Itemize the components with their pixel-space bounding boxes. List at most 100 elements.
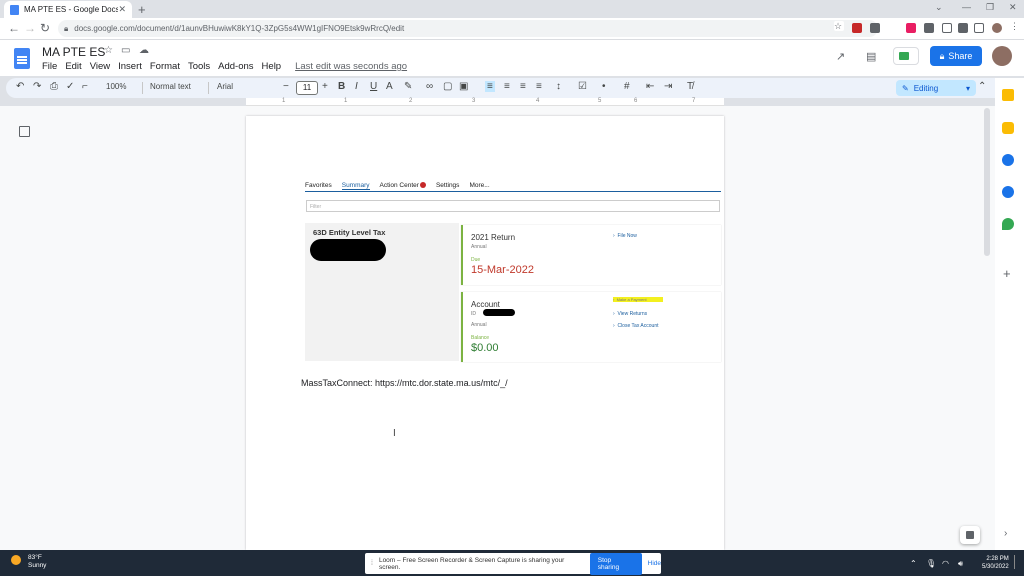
view-returns-link: › View Returns: [613, 311, 648, 317]
explore-button[interactable]: [960, 526, 980, 544]
align-right-icon[interactable]: ≡: [520, 81, 526, 92]
menu-help[interactable]: Help: [262, 61, 282, 72]
font-select[interactable]: Arial: [217, 82, 233, 91]
share-button[interactable]: 🔒︎ Share: [930, 46, 982, 66]
tray-chevron-icon[interactable]: ⌃: [910, 559, 917, 568]
menu-addons[interactable]: Add-ons: [218, 61, 253, 72]
style-select[interactable]: Normal text: [150, 82, 191, 91]
menu-format[interactable]: Format: [150, 61, 180, 72]
increase-font-icon[interactable]: +: [322, 81, 328, 92]
extension-c-icon[interactable]: [924, 23, 934, 33]
increase-indent-icon[interactable]: ⇥: [664, 81, 672, 92]
expand-panel-icon[interactable]: ›: [1004, 528, 1016, 540]
calendar-icon[interactable]: [1002, 89, 1014, 101]
clock[interactable]: 2:28 PM 5/30/2022: [982, 555, 1009, 571]
body-paragraph[interactable]: MassTaxConnect: https://mtc.dor.state.ma…: [301, 378, 508, 388]
add-addon-icon[interactable]: +: [1003, 266, 1015, 281]
window-close-icon[interactable]: ✕: [1009, 2, 1017, 13]
print-icon[interactable]: ⎙: [50, 81, 58, 92]
font-size-input[interactable]: 11: [296, 81, 318, 95]
collapse-menu-icon[interactable]: ⌃: [978, 81, 986, 92]
keep-icon[interactable]: [1002, 122, 1014, 134]
underline-icon[interactable]: U: [370, 81, 377, 92]
menu-file[interactable]: File: [42, 61, 57, 72]
window-restore-icon[interactable]: ❐: [986, 2, 994, 13]
weather-widget[interactable]: 83°F Sunny: [28, 554, 46, 570]
cloud-status-icon[interactable]: ☁: [139, 45, 149, 56]
redo-icon[interactable]: ↷: [33, 81, 41, 92]
align-center-icon[interactable]: ≡: [504, 81, 510, 92]
paint-format-icon[interactable]: ⌐: [82, 81, 88, 92]
undo-icon[interactable]: ↶: [16, 81, 24, 92]
profile-avatar[interactable]: [992, 23, 1002, 33]
browser-tab[interactable]: MA PTE ES - Google Docs ✕: [4, 1, 132, 18]
close-tab-icon[interactable]: ✕: [118, 4, 126, 15]
decrease-font-icon[interactable]: −: [283, 81, 289, 92]
activity-trend-icon[interactable]: ↗: [836, 50, 845, 63]
decrease-indent-icon[interactable]: ⇤: [646, 81, 654, 92]
document-title[interactable]: MA PTE ES: [42, 45, 105, 59]
menu-edit[interactable]: Edit: [65, 61, 81, 72]
line-spacing-icon[interactable]: ↕: [556, 81, 561, 92]
move-folder-icon[interactable]: ▭: [121, 45, 130, 56]
italic-icon[interactable]: I: [355, 81, 358, 92]
docs-favicon-icon: [10, 4, 19, 15]
comment-add-icon[interactable]: ▢: [443, 81, 452, 92]
ruler[interactable]: 1 1 2 3 4 5 6 7: [246, 98, 724, 106]
embedded-screenshot[interactable]: Favorites Summary Action Center Settings…: [305, 178, 721, 364]
clear-format-icon[interactable]: T̸: [687, 81, 693, 92]
minimize-icon[interactable]: ⌄: [935, 2, 943, 13]
reload-icon[interactable]: ↻: [40, 21, 50, 35]
adobe-extension-icon[interactable]: [852, 23, 862, 33]
side-panel-icon[interactable]: [974, 23, 984, 33]
docs-logo-icon[interactable]: [14, 48, 30, 69]
last-edit-link[interactable]: Last edit was seconds ago: [295, 61, 407, 72]
tasks-icon[interactable]: [1002, 154, 1014, 166]
highlight-icon[interactable]: ✎: [404, 81, 412, 92]
bookmark-star-icon[interactable]: ☆: [834, 21, 844, 31]
extensions-puzzle-icon[interactable]: [958, 23, 968, 33]
hide-button[interactable]: Hide: [648, 560, 661, 567]
menu-view[interactable]: View: [90, 61, 110, 72]
bold-icon[interactable]: B: [338, 81, 345, 92]
address-bar[interactable]: 🔒︎ docs.google.com/document/d/1aunvBHuwi…: [58, 20, 878, 37]
new-tab-icon[interactable]: +: [138, 2, 146, 17]
weather-sun-icon[interactable]: [11, 555, 21, 565]
align-justify-icon[interactable]: ≡: [536, 81, 542, 92]
link-icon[interactable]: ∞: [426, 81, 433, 92]
image-icon[interactable]: ▣: [459, 81, 468, 92]
document-outline-icon[interactable]: [19, 126, 30, 137]
scrollbar[interactable]: [984, 108, 990, 256]
spellcheck-icon[interactable]: ✓: [66, 81, 74, 92]
stop-sharing-button[interactable]: Stop sharing: [589, 552, 642, 575]
extension-icon[interactable]: [906, 23, 916, 33]
back-icon[interactable]: ←: [8, 21, 20, 35]
download-icon[interactable]: [942, 23, 952, 33]
window-minimize-icon[interactable]: —: [962, 2, 971, 12]
menu-insert[interactable]: Insert: [118, 61, 142, 72]
comments-icon[interactable]: ▤: [866, 50, 876, 63]
editing-mode-select[interactable]: ✎ Editing ▾: [896, 80, 976, 96]
menu-dots-icon[interactable]: ⋮: [1010, 21, 1020, 31]
text-color-icon[interactable]: A: [386, 81, 393, 92]
forward-icon[interactable]: →: [24, 21, 36, 35]
zoom-select[interactable]: 100%: [106, 82, 126, 91]
checklist-icon[interactable]: ☑: [578, 81, 587, 92]
meet-button[interactable]: [893, 47, 919, 65]
star-icon[interactable]: ☆: [104, 45, 113, 56]
show-desktop[interactable]: [1014, 555, 1020, 569]
volume-icon[interactable]: 🔊︎: [958, 559, 963, 569]
microphone-icon[interactable]: 🎙︎: [926, 559, 936, 568]
avatar[interactable]: [992, 46, 1012, 66]
bullet-list-icon[interactable]: •: [602, 81, 606, 92]
drag-handle-icon[interactable]: ⁞: [371, 560, 373, 567]
align-left-icon[interactable]: ≡: [485, 81, 495, 92]
numbered-list-icon[interactable]: #: [624, 81, 630, 92]
wifi-icon[interactable]: ◠: [942, 559, 949, 568]
extension-g-icon[interactable]: [870, 23, 880, 33]
ruler-mark: 2: [409, 98, 413, 104]
maps-icon[interactable]: [1002, 218, 1014, 230]
menu-tools[interactable]: Tools: [188, 61, 210, 72]
share-label: Share: [948, 51, 973, 61]
contacts-icon[interactable]: [1002, 186, 1014, 198]
